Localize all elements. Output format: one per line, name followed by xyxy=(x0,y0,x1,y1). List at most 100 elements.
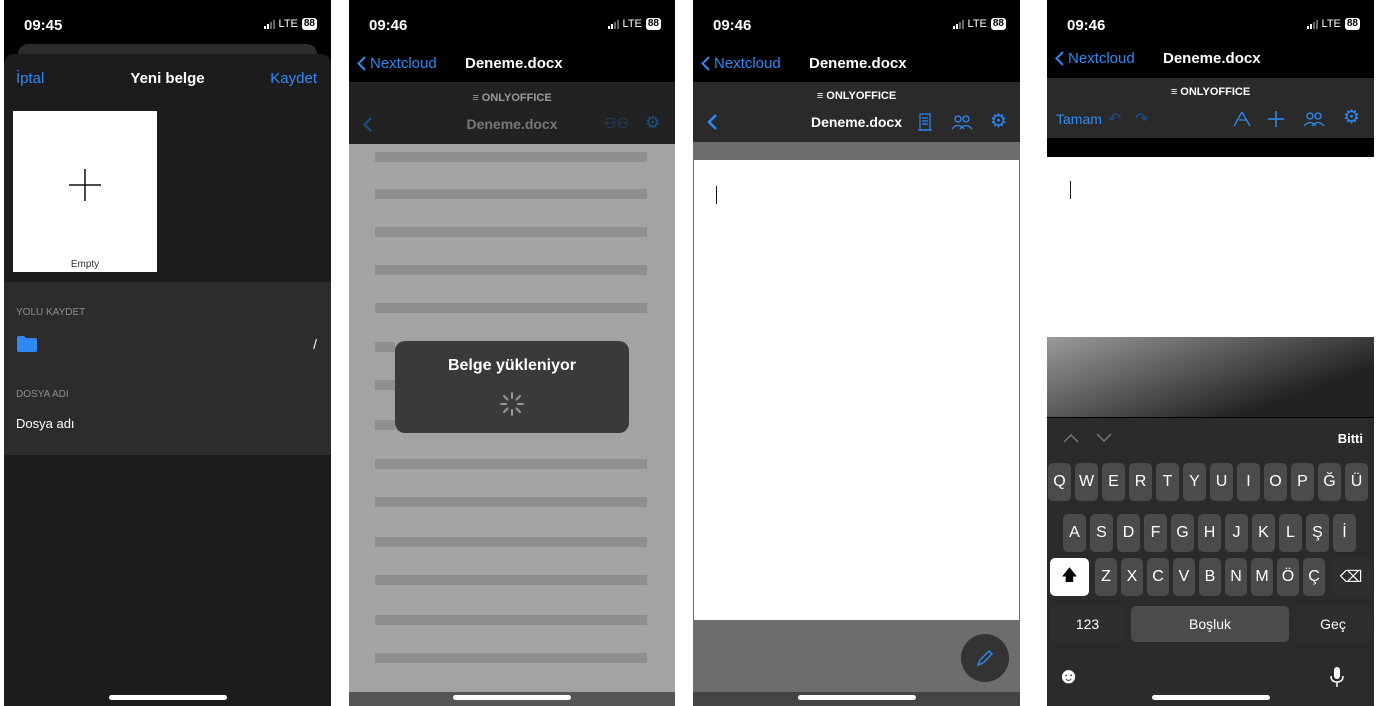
template-empty[interactable]: Empty xyxy=(13,111,157,272)
phone-new-document: 09:45 LTE 88 İptal Yeni belge Kaydet Empt… xyxy=(4,0,331,706)
layers-icon: ≡ xyxy=(1170,86,1181,98)
save-path-row[interactable]: / xyxy=(4,330,331,360)
numbers-key[interactable]: 123 xyxy=(1050,606,1125,642)
network-label: LTE xyxy=(1321,18,1341,30)
key-ü[interactable]: Ü xyxy=(1345,463,1368,501)
save-button[interactable]: Kaydet xyxy=(270,70,317,87)
back-button[interactable]: Nextcloud xyxy=(701,55,781,72)
chevron-down-icon[interactable] xyxy=(1096,433,1112,443)
back-label: Nextcloud xyxy=(1068,50,1135,67)
home-indicator xyxy=(453,695,571,700)
keyboard: Bitti QWERTYUIOPĞÜ ASDFGHJKLŞİ 🡅 ZXCVBNM… xyxy=(1047,418,1374,706)
key-i[interactable]: I xyxy=(1237,463,1260,501)
back-button[interactable]: Nextcloud xyxy=(1055,50,1135,67)
key-g[interactable]: G xyxy=(1171,514,1194,552)
file-name-field[interactable]: Dosya adı xyxy=(16,416,75,431)
key-o[interactable]: O xyxy=(1264,463,1287,501)
key-n[interactable]: N xyxy=(1225,558,1247,596)
battery-icon: 88 xyxy=(990,18,1006,30)
key-b[interactable]: B xyxy=(1199,558,1221,596)
document-area xyxy=(693,142,1020,692)
key-c[interactable]: C xyxy=(1147,558,1169,596)
loading-dialog: Belge yükleniyor xyxy=(395,341,629,433)
users-icon[interactable]: ⚇⚇ xyxy=(604,115,629,132)
key-e[interactable]: E xyxy=(1102,463,1125,501)
document-page[interactable] xyxy=(694,160,1019,620)
signal-icon xyxy=(952,19,964,29)
key-r[interactable]: R xyxy=(1129,463,1152,501)
folder-icon xyxy=(17,336,37,352)
format-icon[interactable] xyxy=(1232,110,1252,128)
key-v[interactable]: V xyxy=(1173,558,1195,596)
space-key[interactable]: Boşluk xyxy=(1131,606,1289,642)
onlyoffice-toolbar: ≡ ONLYOFFICE Deneme.docx ⚇⚇ ⚙ xyxy=(349,82,675,144)
backspace-key[interactable]: ⌫ xyxy=(1331,558,1371,596)
done-button[interactable]: Tamam xyxy=(1056,111,1102,127)
key-q[interactable]: Q xyxy=(1048,463,1071,501)
key-d[interactable]: D xyxy=(1117,514,1140,552)
key-p[interactable]: P xyxy=(1291,463,1314,501)
key-ç[interactable]: Ç xyxy=(1303,558,1325,596)
keyboard-row-1: QWERTYUIOPĞÜ xyxy=(1047,463,1374,501)
undo-icon[interactable]: ↶ xyxy=(1108,109,1121,129)
app-nav: Nextcloud Deneme.docx xyxy=(693,48,1020,82)
onlyoffice-toolbar: ≡ ONLYOFFICE Deneme.docx ⚙ xyxy=(693,82,1020,142)
onlyoffice-toolbar: ≡ ONLYOFFICE Tamam ↶ ↷ ⚙ xyxy=(1047,78,1374,138)
key-k[interactable]: K xyxy=(1252,514,1275,552)
add-icon[interactable] xyxy=(1267,110,1285,128)
go-key[interactable]: Geç xyxy=(1295,606,1371,642)
key-h[interactable]: H xyxy=(1198,514,1221,552)
reader-mode-icon[interactable] xyxy=(918,113,932,131)
users-icon[interactable] xyxy=(1303,111,1325,127)
text-cursor xyxy=(716,186,717,204)
gear-icon[interactable]: ⚙ xyxy=(1343,106,1360,129)
key-t[interactable]: T xyxy=(1156,463,1179,501)
chevron-left-icon xyxy=(1055,51,1064,66)
microphone-icon[interactable] xyxy=(1330,666,1344,688)
app-nav: Nextcloud Deneme.docx xyxy=(349,48,675,82)
emoji-icon[interactable]: ☻ xyxy=(1057,663,1080,689)
key-ö[interactable]: Ö xyxy=(1277,558,1299,596)
key-z[interactable]: Z xyxy=(1095,558,1117,596)
status-bar: 09:46 LTE 88 xyxy=(693,0,1020,52)
chevron-left-icon xyxy=(357,56,366,71)
key-l[interactable]: L xyxy=(1279,514,1302,552)
users-icon[interactable] xyxy=(951,114,973,130)
edit-fab-button[interactable] xyxy=(961,634,1009,682)
redo-icon[interactable]: ↷ xyxy=(1135,109,1148,129)
key-u[interactable]: U xyxy=(1210,463,1233,501)
key-s[interactable]: S xyxy=(1090,514,1113,552)
keyboard-row-2: ASDFGHJKLŞİ xyxy=(1047,514,1374,552)
battery-icon: 88 xyxy=(645,18,661,30)
key-ş[interactable]: Ş xyxy=(1306,514,1329,552)
nav-title: Deneme.docx xyxy=(809,55,907,72)
new-document-sheet: İptal Yeni belge Kaydet Empty YOLU KAYDE… xyxy=(4,54,331,706)
key-x[interactable]: X xyxy=(1121,558,1143,596)
network-label: LTE xyxy=(967,18,987,30)
app-nav: Nextcloud Deneme.docx xyxy=(1047,41,1374,75)
layers-icon: ≡ xyxy=(472,92,482,104)
key-i̇[interactable]: İ xyxy=(1333,514,1356,552)
battery-icon: 88 xyxy=(301,18,317,30)
sheet-nav: İptal Yeni belge Kaydet xyxy=(4,62,331,96)
keyboard-done-button[interactable]: Bitti xyxy=(1338,431,1363,446)
back-button[interactable]: Nextcloud xyxy=(357,55,437,72)
chevron-up-icon[interactable] xyxy=(1063,433,1079,443)
gear-icon[interactable]: ⚙ xyxy=(645,113,660,133)
onlyoffice-logo: ≡ ONLYOFFICE xyxy=(1170,86,1251,98)
network-label: LTE xyxy=(622,18,642,30)
save-path-value: / xyxy=(313,336,317,352)
phone-view-document: 09:46 LTE 88 Nextcloud Deneme.docx ≡ ONLY… xyxy=(693,0,1020,706)
home-indicator xyxy=(1151,695,1270,700)
gear-icon[interactable]: ⚙ xyxy=(990,110,1007,133)
key-w[interactable]: W xyxy=(1075,463,1098,501)
document-page[interactable] xyxy=(1047,157,1374,337)
key-y[interactable]: Y xyxy=(1183,463,1206,501)
key-j[interactable]: J xyxy=(1225,514,1248,552)
key-m[interactable]: M xyxy=(1251,558,1273,596)
back-label: Nextcloud xyxy=(370,55,437,72)
key-ğ[interactable]: Ğ xyxy=(1318,463,1341,501)
key-f[interactable]: F xyxy=(1144,514,1167,552)
key-a[interactable]: A xyxy=(1063,514,1086,552)
template-label: Empty xyxy=(70,259,100,270)
